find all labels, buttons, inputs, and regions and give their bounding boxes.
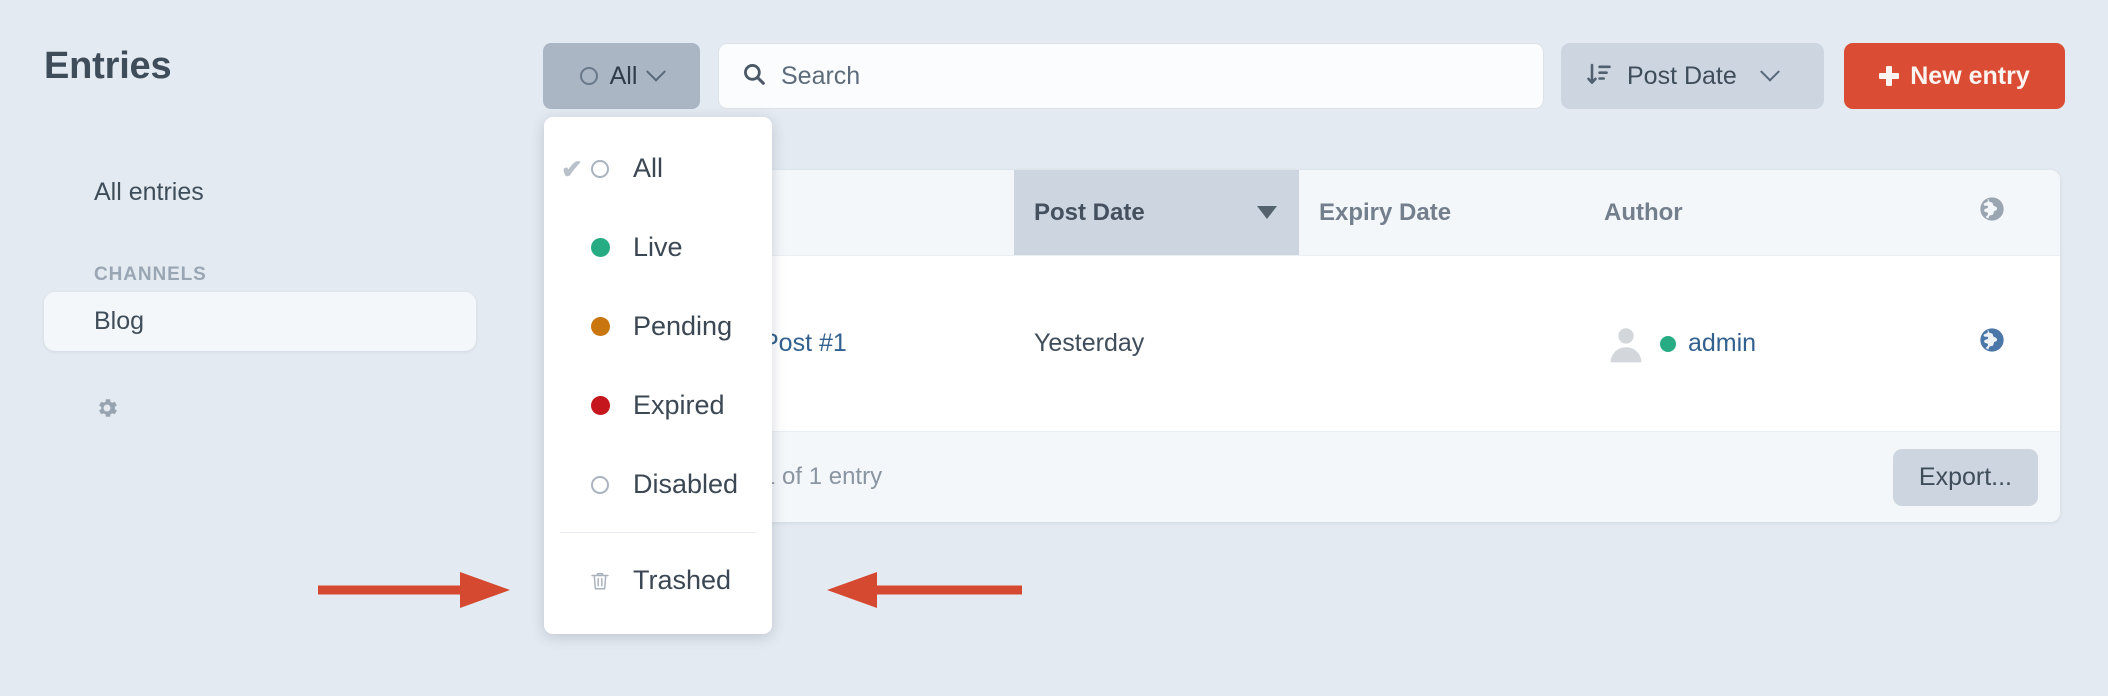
status-dot-live-icon — [587, 238, 613, 257]
sidebar-item-all-entries[interactable]: All entries — [44, 165, 476, 220]
sidebar-heading-channels: CHANNELS — [94, 264, 207, 285]
status-dot-expired-icon — [587, 396, 613, 415]
export-button[interactable]: Export... — [1892, 448, 2038, 506]
chevron-down-icon — [1759, 61, 1780, 82]
sidebar-item-blog[interactable]: Blog — [44, 292, 476, 351]
author-status-dot — [1660, 335, 1676, 352]
circle-outline-icon — [587, 159, 613, 178]
status-filter-menu: ✔ All Live Pending Expired Disabled Tras… — [544, 117, 772, 634]
globe-icon — [1978, 326, 2006, 361]
plus-icon — [1879, 66, 1900, 86]
menu-item-label: Expired — [633, 390, 725, 420]
menu-item-label: Live — [633, 232, 683, 262]
cell-expiry-date — [1299, 256, 1584, 431]
menu-item-disabled[interactable]: Disabled — [544, 445, 772, 524]
menu-item-all[interactable]: ✔ All — [544, 129, 772, 208]
column-header-globe[interactable] — [1924, 170, 2060, 255]
status-filter-label: All — [609, 61, 638, 90]
toolbar: All Post Date New entry — [543, 43, 2065, 109]
status-dot-pending-icon — [587, 317, 613, 336]
menu-item-label: Disabled — [633, 469, 739, 499]
column-header-expiry-date[interactable]: Expiry Date — [1299, 170, 1584, 255]
entry-title-link[interactable]: Post #1 — [762, 329, 847, 358]
globe-icon — [1978, 195, 2006, 230]
left-arrow-pointing-right — [318, 572, 510, 608]
new-entry-button[interactable]: New entry — [1844, 43, 2065, 109]
cell-title: Post #1 — [742, 256, 1014, 431]
cell-globe[interactable] — [1924, 256, 2060, 431]
table-header-row: Post Date Expiry Date Author — [742, 170, 2060, 256]
column-header-label: Post Date — [1034, 198, 1145, 226]
entry-count-text: 1 of 1 entry — [762, 463, 883, 490]
new-entry-label: New entry — [1910, 61, 2030, 90]
menu-item-expired[interactable]: Expired — [544, 366, 772, 445]
status-filter-button[interactable]: All — [543, 43, 700, 109]
search-input[interactable] — [781, 61, 1481, 91]
circle-outline-icon — [587, 475, 613, 494]
right-arrow-pointing-left — [827, 572, 1022, 608]
column-header-author[interactable]: Author — [1584, 170, 1924, 255]
menu-item-pending[interactable]: Pending — [544, 287, 772, 366]
menu-item-trashed[interactable]: Trashed — [544, 541, 772, 620]
check-icon: ✔ — [561, 153, 583, 184]
sort-button[interactable]: Post Date — [1561, 43, 1824, 109]
trash-icon — [587, 569, 613, 593]
column-header-title[interactable] — [742, 170, 1014, 255]
avatar — [1604, 322, 1648, 366]
entries-table-card: Post Date Expiry Date Author Post #1 Yes… — [742, 170, 2060, 522]
circle-outline-icon — [579, 67, 598, 85]
search-field[interactable] — [718, 43, 1544, 109]
column-header-post-date[interactable]: Post Date — [1014, 170, 1299, 255]
chevron-down-icon — [646, 61, 667, 82]
cell-author: admin — [1584, 256, 1924, 431]
search-icon — [741, 61, 767, 92]
sort-descending-icon — [1585, 61, 1613, 92]
menu-item-label: Trashed — [633, 565, 732, 595]
sidebar-item-label: All entries — [94, 178, 204, 206]
menu-item-live[interactable]: Live — [544, 208, 772, 287]
gear-icon — [94, 399, 120, 425]
sort-label: Post Date — [1627, 61, 1737, 90]
table-row[interactable]: Post #1 Yesterday admin — [742, 256, 2060, 431]
page-title: Entries — [44, 45, 172, 87]
cell-post-date: Yesterday — [1034, 329, 1145, 357]
menu-item-label: Pending — [633, 311, 733, 341]
sidebar: All entries CHANNELS Blog — [0, 165, 520, 421]
sidebar-item-label: Blog — [94, 307, 145, 335]
sort-caret-down-icon — [1257, 206, 1277, 219]
menu-divider — [560, 532, 756, 533]
menu-item-label: All — [633, 153, 664, 183]
sidebar-settings-button[interactable] — [44, 395, 476, 421]
author-name-link[interactable]: admin — [1688, 329, 1756, 358]
table-footer: 1 of 1 entry Export... — [742, 431, 2060, 522]
